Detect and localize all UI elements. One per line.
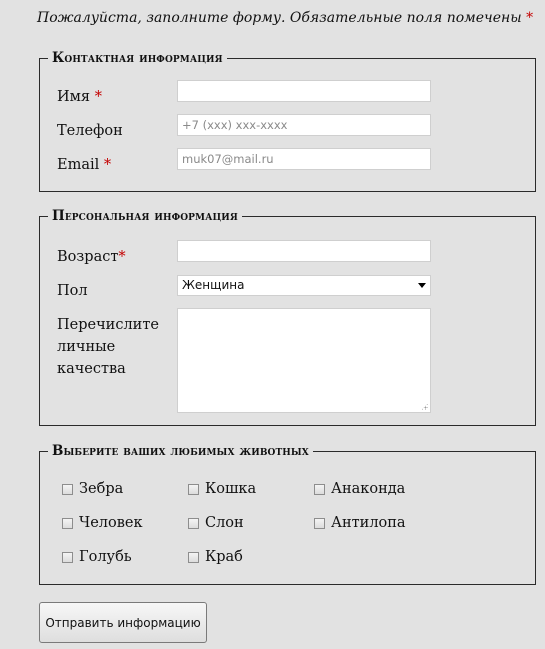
phone-input[interactable] — [177, 114, 431, 136]
checkbox[interactable] — [188, 551, 199, 563]
checkbox[interactable] — [62, 517, 73, 529]
checkbox[interactable] — [62, 551, 73, 563]
animal-option-label: Краб — [205, 549, 243, 565]
age-label: Возраст* — [57, 246, 126, 268]
submit-button[interactable]: Отправить информацию — [39, 602, 207, 643]
name-label-text: Имя — [57, 89, 91, 105]
name-label: Имя * — [57, 86, 102, 108]
checkbox[interactable] — [188, 517, 199, 529]
intro-text: Пожалуйста, заполните форму. Обязательны… — [37, 10, 522, 26]
email-required-mark: * — [103, 157, 112, 173]
chevron-down-icon — [418, 283, 426, 288]
gender-label: Пол — [57, 280, 88, 302]
name-input[interactable] — [177, 80, 431, 102]
contact-legend: Контактная информация — [52, 50, 223, 66]
animal-option-anaconda[interactable]: Анаконда — [314, 481, 405, 497]
form-intro: Пожалуйста, заполните форму. Обязательны… — [37, 10, 533, 26]
checkbox[interactable] — [314, 483, 325, 495]
checkbox[interactable] — [62, 483, 73, 495]
email-input[interactable] — [177, 148, 431, 170]
animal-option-zebra[interactable]: Зебра — [62, 481, 123, 497]
animal-option-label: Зебра — [79, 481, 124, 497]
required-mark: * — [526, 10, 534, 26]
animal-option-label: Человек — [79, 515, 143, 531]
gender-select[interactable]: Женщина — [177, 275, 431, 296]
phone-label: Телефон — [57, 120, 123, 142]
submit-button-label: Отправить информацию — [45, 615, 201, 630]
age-label-text: Возраст — [57, 249, 119, 265]
age-input[interactable] — [177, 240, 431, 262]
email-label: Email * — [57, 154, 111, 176]
animals-legend: Выберите ваших любимых животных — [52, 443, 309, 459]
animal-option-pigeon[interactable]: Голубь — [62, 549, 132, 565]
animal-option-label: Слон — [205, 515, 244, 531]
qualities-label-line: личные — [57, 339, 116, 355]
resize-grip-icon[interactable] — [421, 403, 428, 410]
qualities-label-line: Перечислите — [57, 317, 159, 333]
personal-legend: Персональная информация — [52, 208, 238, 224]
animal-option-label: Анаконда — [331, 481, 406, 497]
qualities-label-line: качества — [57, 361, 126, 377]
age-required-mark: * — [118, 249, 126, 265]
checkbox[interactable] — [188, 483, 199, 495]
animal-option-label: Голубь — [79, 549, 132, 565]
animal-option-label: Антилопа — [331, 515, 406, 531]
gender-selected-value: Женщина — [182, 278, 245, 292]
animal-option-antelope[interactable]: Антилопа — [314, 515, 406, 531]
animal-option-cat[interactable]: Кошка — [188, 481, 256, 497]
qualities-label: Перечислите личные качества — [57, 314, 159, 380]
animal-option-elephant[interactable]: Слон — [188, 515, 244, 531]
gender-label-text: Пол — [57, 283, 88, 299]
phone-label-text: Телефон — [57, 123, 123, 139]
checkbox[interactable] — [314, 517, 325, 529]
animal-option-label: Кошка — [205, 481, 257, 497]
email-label-text: Email — [57, 157, 100, 173]
animal-option-human[interactable]: Человек — [62, 515, 143, 531]
animal-option-crab[interactable]: Краб — [188, 549, 243, 565]
name-required-mark: * — [94, 89, 102, 105]
qualities-textarea[interactable] — [177, 308, 431, 413]
